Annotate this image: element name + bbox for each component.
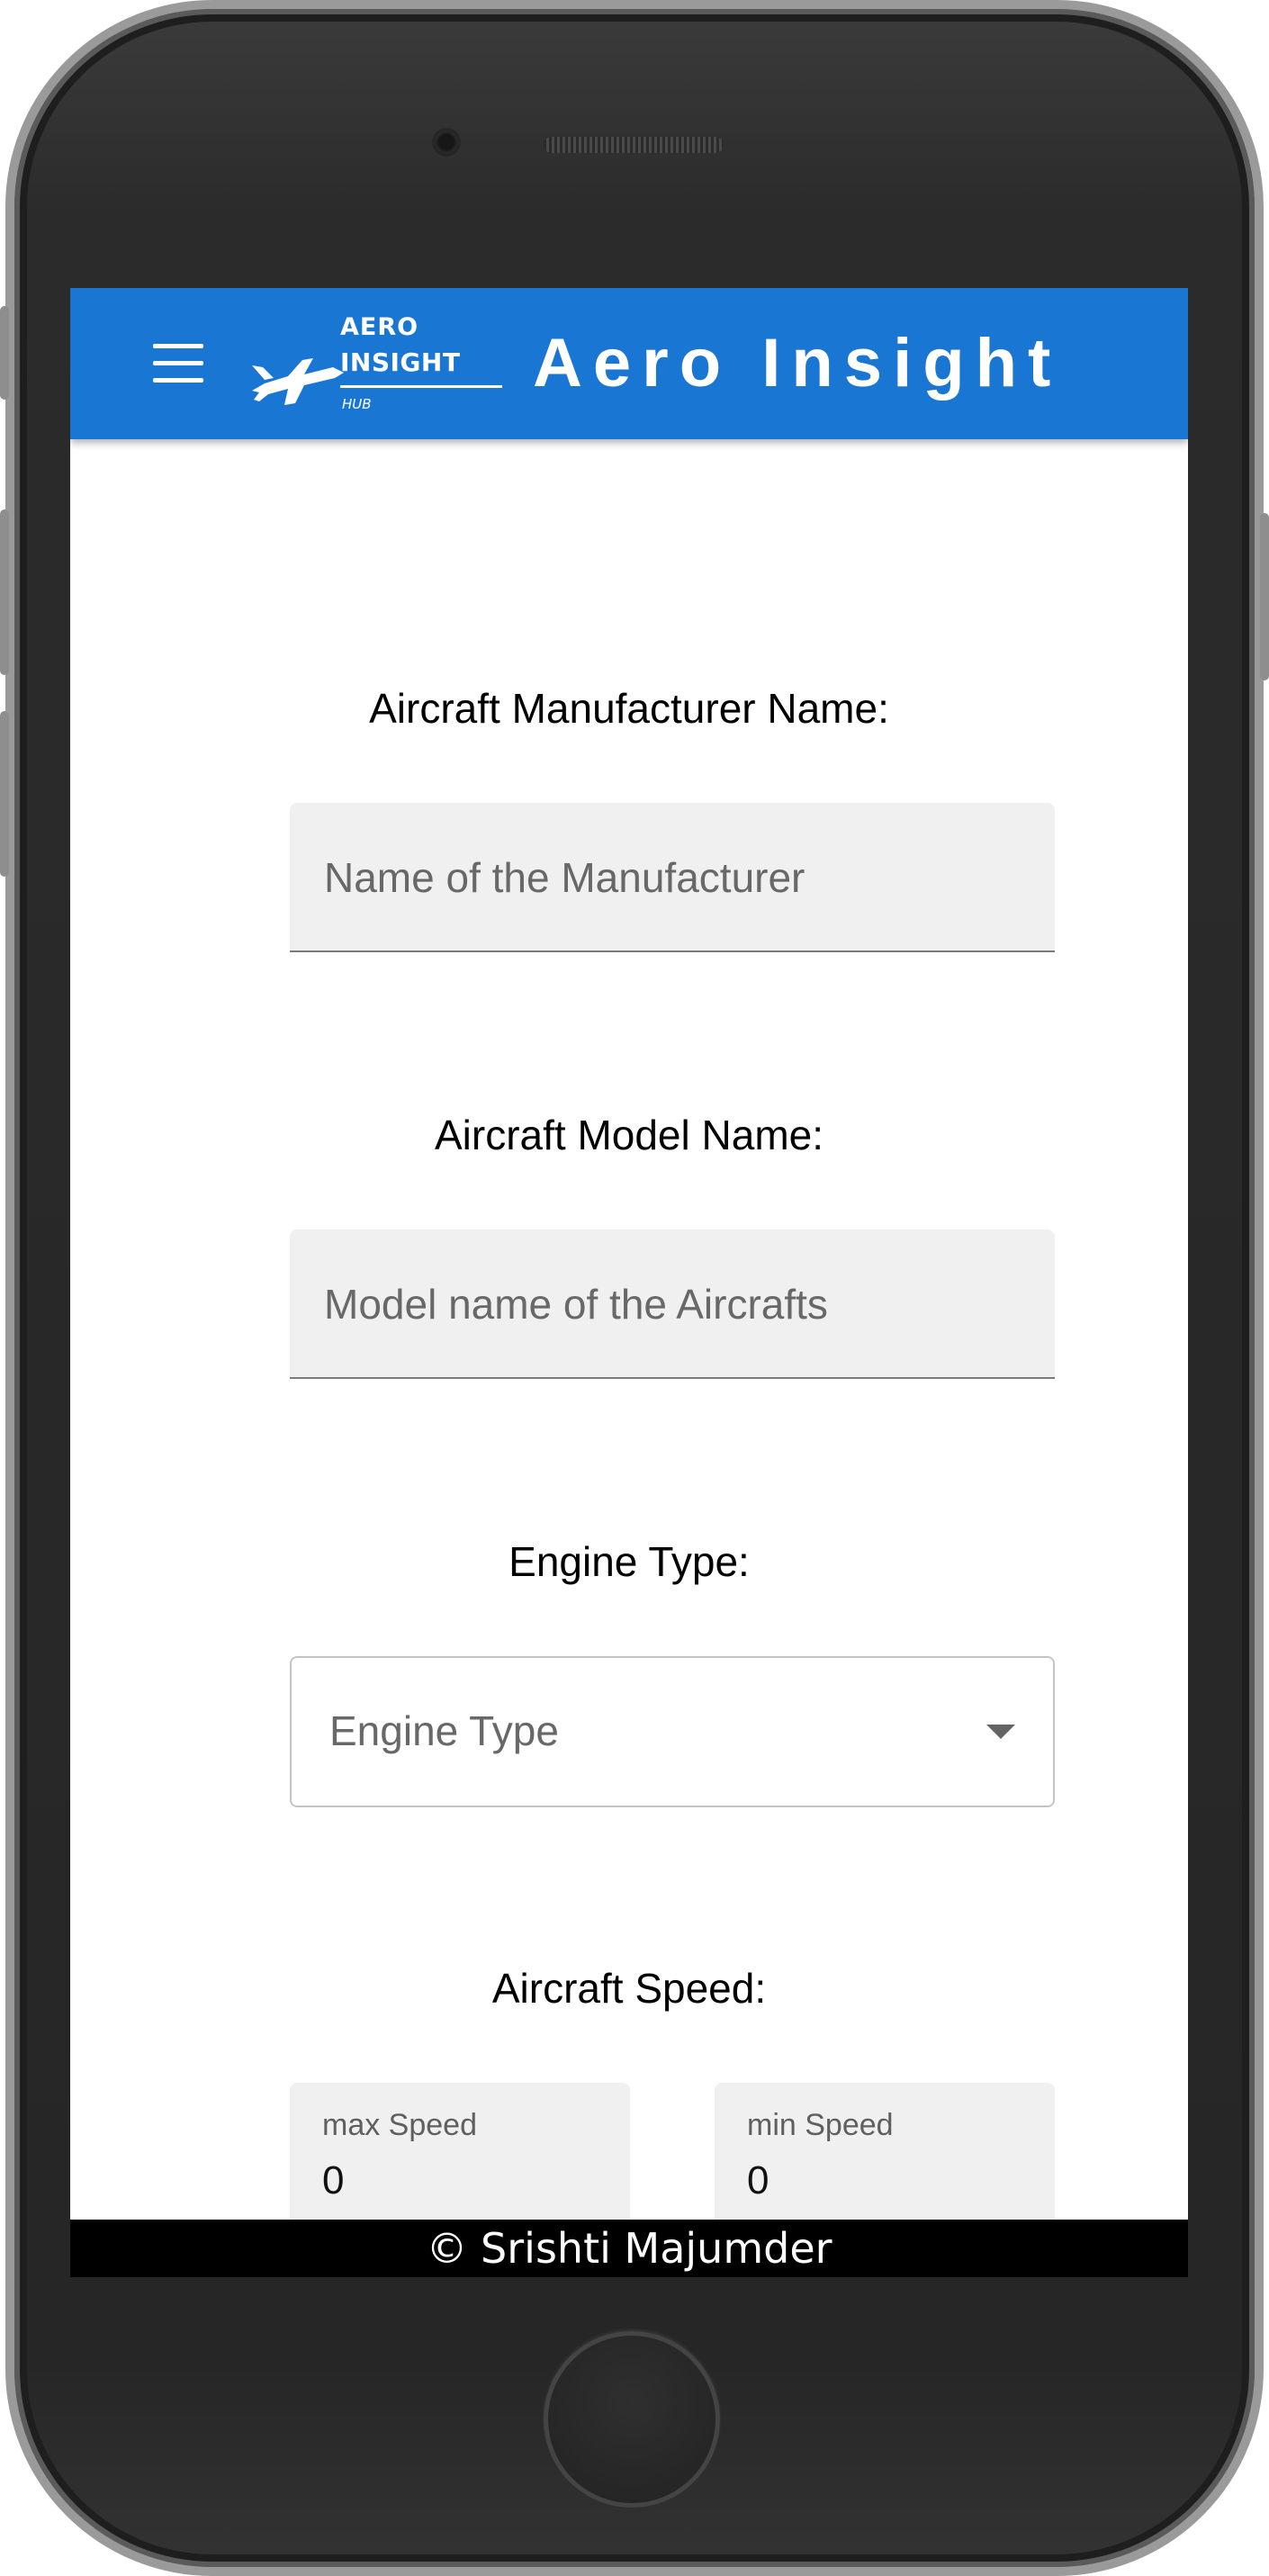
app-screen: AERO INSIGHT HUB Aero Insight Aircraft M…	[70, 288, 1188, 2277]
max-speed-input[interactable]: 0	[322, 2158, 344, 2203]
aircraft-speed-label: Aircraft Speed:	[491, 1965, 767, 2012]
volume-down-button	[0, 711, 9, 877]
app-title: Aero Insight	[533, 325, 1062, 401]
caret-down-icon[interactable]	[986, 1725, 1015, 1739]
model-label: Aircraft Model Name:	[434, 1112, 824, 1158]
front-camera	[436, 131, 457, 153]
volume-up-button	[0, 509, 9, 675]
engine-type-select[interactable]: Engine Type	[290, 1656, 1055, 1807]
logo-text-aero: AERO	[340, 313, 419, 341]
home-button[interactable]	[544, 2331, 720, 2508]
logo-text-insight: INSIGHT	[340, 347, 461, 377]
hamburger-menu-icon[interactable]	[153, 344, 203, 383]
min-speed-label: min Speed	[747, 2108, 894, 2142]
aero-insight-logo[interactable]: AERO INSIGHT HUB	[247, 313, 508, 418]
footer-copyright: © Srishti Majumder	[70, 2220, 1188, 2277]
silent-switch	[0, 306, 9, 400]
engine-type-label: Engine Type:	[508, 1538, 750, 1585]
aircraft-form: Aircraft Manufacturer Name: Aircraft Mod…	[70, 439, 1188, 2245]
app-bar: AERO INSIGHT HUB Aero Insight	[70, 288, 1188, 439]
logo-underline	[340, 385, 502, 388]
manufacturer-label: Aircraft Manufacturer Name:	[369, 685, 889, 732]
model-field[interactable]	[290, 1229, 1055, 1379]
logo-text-hub: HUB	[342, 396, 372, 412]
min-speed-input[interactable]: 0	[747, 2158, 769, 2203]
model-input[interactable]	[322, 1229, 1028, 1379]
manufacturer-input[interactable]	[322, 803, 1028, 952]
manufacturer-field[interactable]	[290, 803, 1055, 952]
engine-type-placeholder: Engine Type	[329, 1707, 559, 1754]
power-button	[1260, 513, 1269, 680]
max-speed-label: max Speed	[322, 2108, 477, 2142]
airplane-icon	[252, 358, 344, 405]
earpiece-speaker	[544, 137, 724, 153]
